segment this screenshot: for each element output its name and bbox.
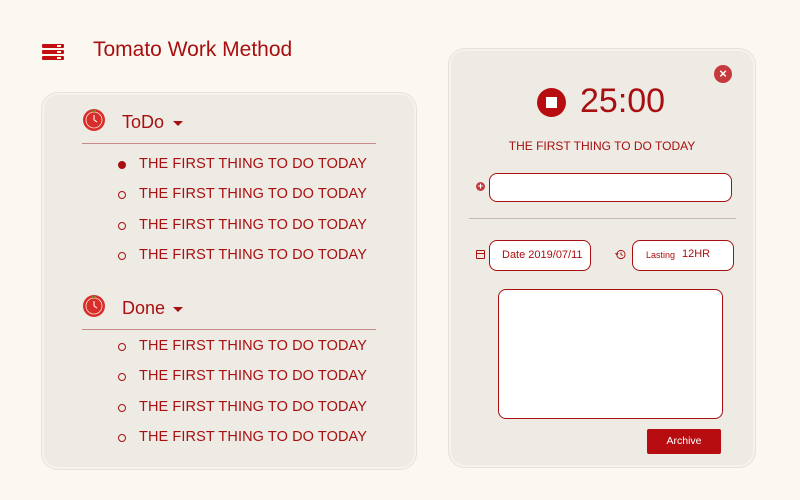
chevron-down-icon[interactable] [173, 121, 183, 126]
plus-circle-icon[interactable]: + [476, 182, 485, 191]
app-title: Tomato Work Method [93, 38, 293, 61]
lasting-field[interactable]: Lasting 12HR [632, 240, 734, 271]
bullet-icon [118, 343, 126, 351]
bullet-icon [118, 191, 126, 199]
task-list-panel: ToDo THE FIRST THING TO DO TODAY THE FIR… [42, 93, 416, 469]
chevron-down-icon[interactable] [173, 307, 183, 312]
tomato-clock-icon [83, 109, 105, 131]
todo-title: ToDo [122, 112, 165, 132]
menu-icon[interactable] [42, 44, 64, 61]
done-section-header[interactable]: Done [82, 291, 376, 330]
lasting-label: Lasting [646, 250, 676, 260]
bullet-icon [118, 404, 126, 412]
new-item-input[interactable] [489, 173, 732, 202]
todo-section-header[interactable]: ToDo [82, 105, 376, 144]
task-detail-panel: × 25:00 THE FIRST THING TO DO TODAY + Da… [449, 49, 755, 467]
calendar-icon [476, 250, 485, 259]
date-field[interactable]: Date 2019/07/11 [489, 240, 591, 271]
bullet-icon [118, 222, 126, 230]
lasting-value: 12HR [682, 248, 711, 260]
divider [469, 218, 736, 219]
current-task-title: THE FIRST THING TO DO TODAY [508, 139, 696, 153]
bullet-icon [118, 252, 126, 260]
close-icon[interactable]: × [714, 65, 732, 83]
notes-textarea[interactable] [498, 289, 723, 419]
tomato-clock-icon [83, 295, 105, 317]
bullet-icon [118, 373, 126, 381]
history-icon [615, 249, 626, 260]
done-title: Done [122, 298, 166, 318]
archive-button[interactable]: Archive [647, 429, 721, 454]
bullet-icon [118, 434, 126, 442]
timer-display: 25:00 [580, 82, 666, 120]
bullet-active-icon [118, 161, 126, 169]
stop-icon[interactable] [537, 88, 566, 117]
